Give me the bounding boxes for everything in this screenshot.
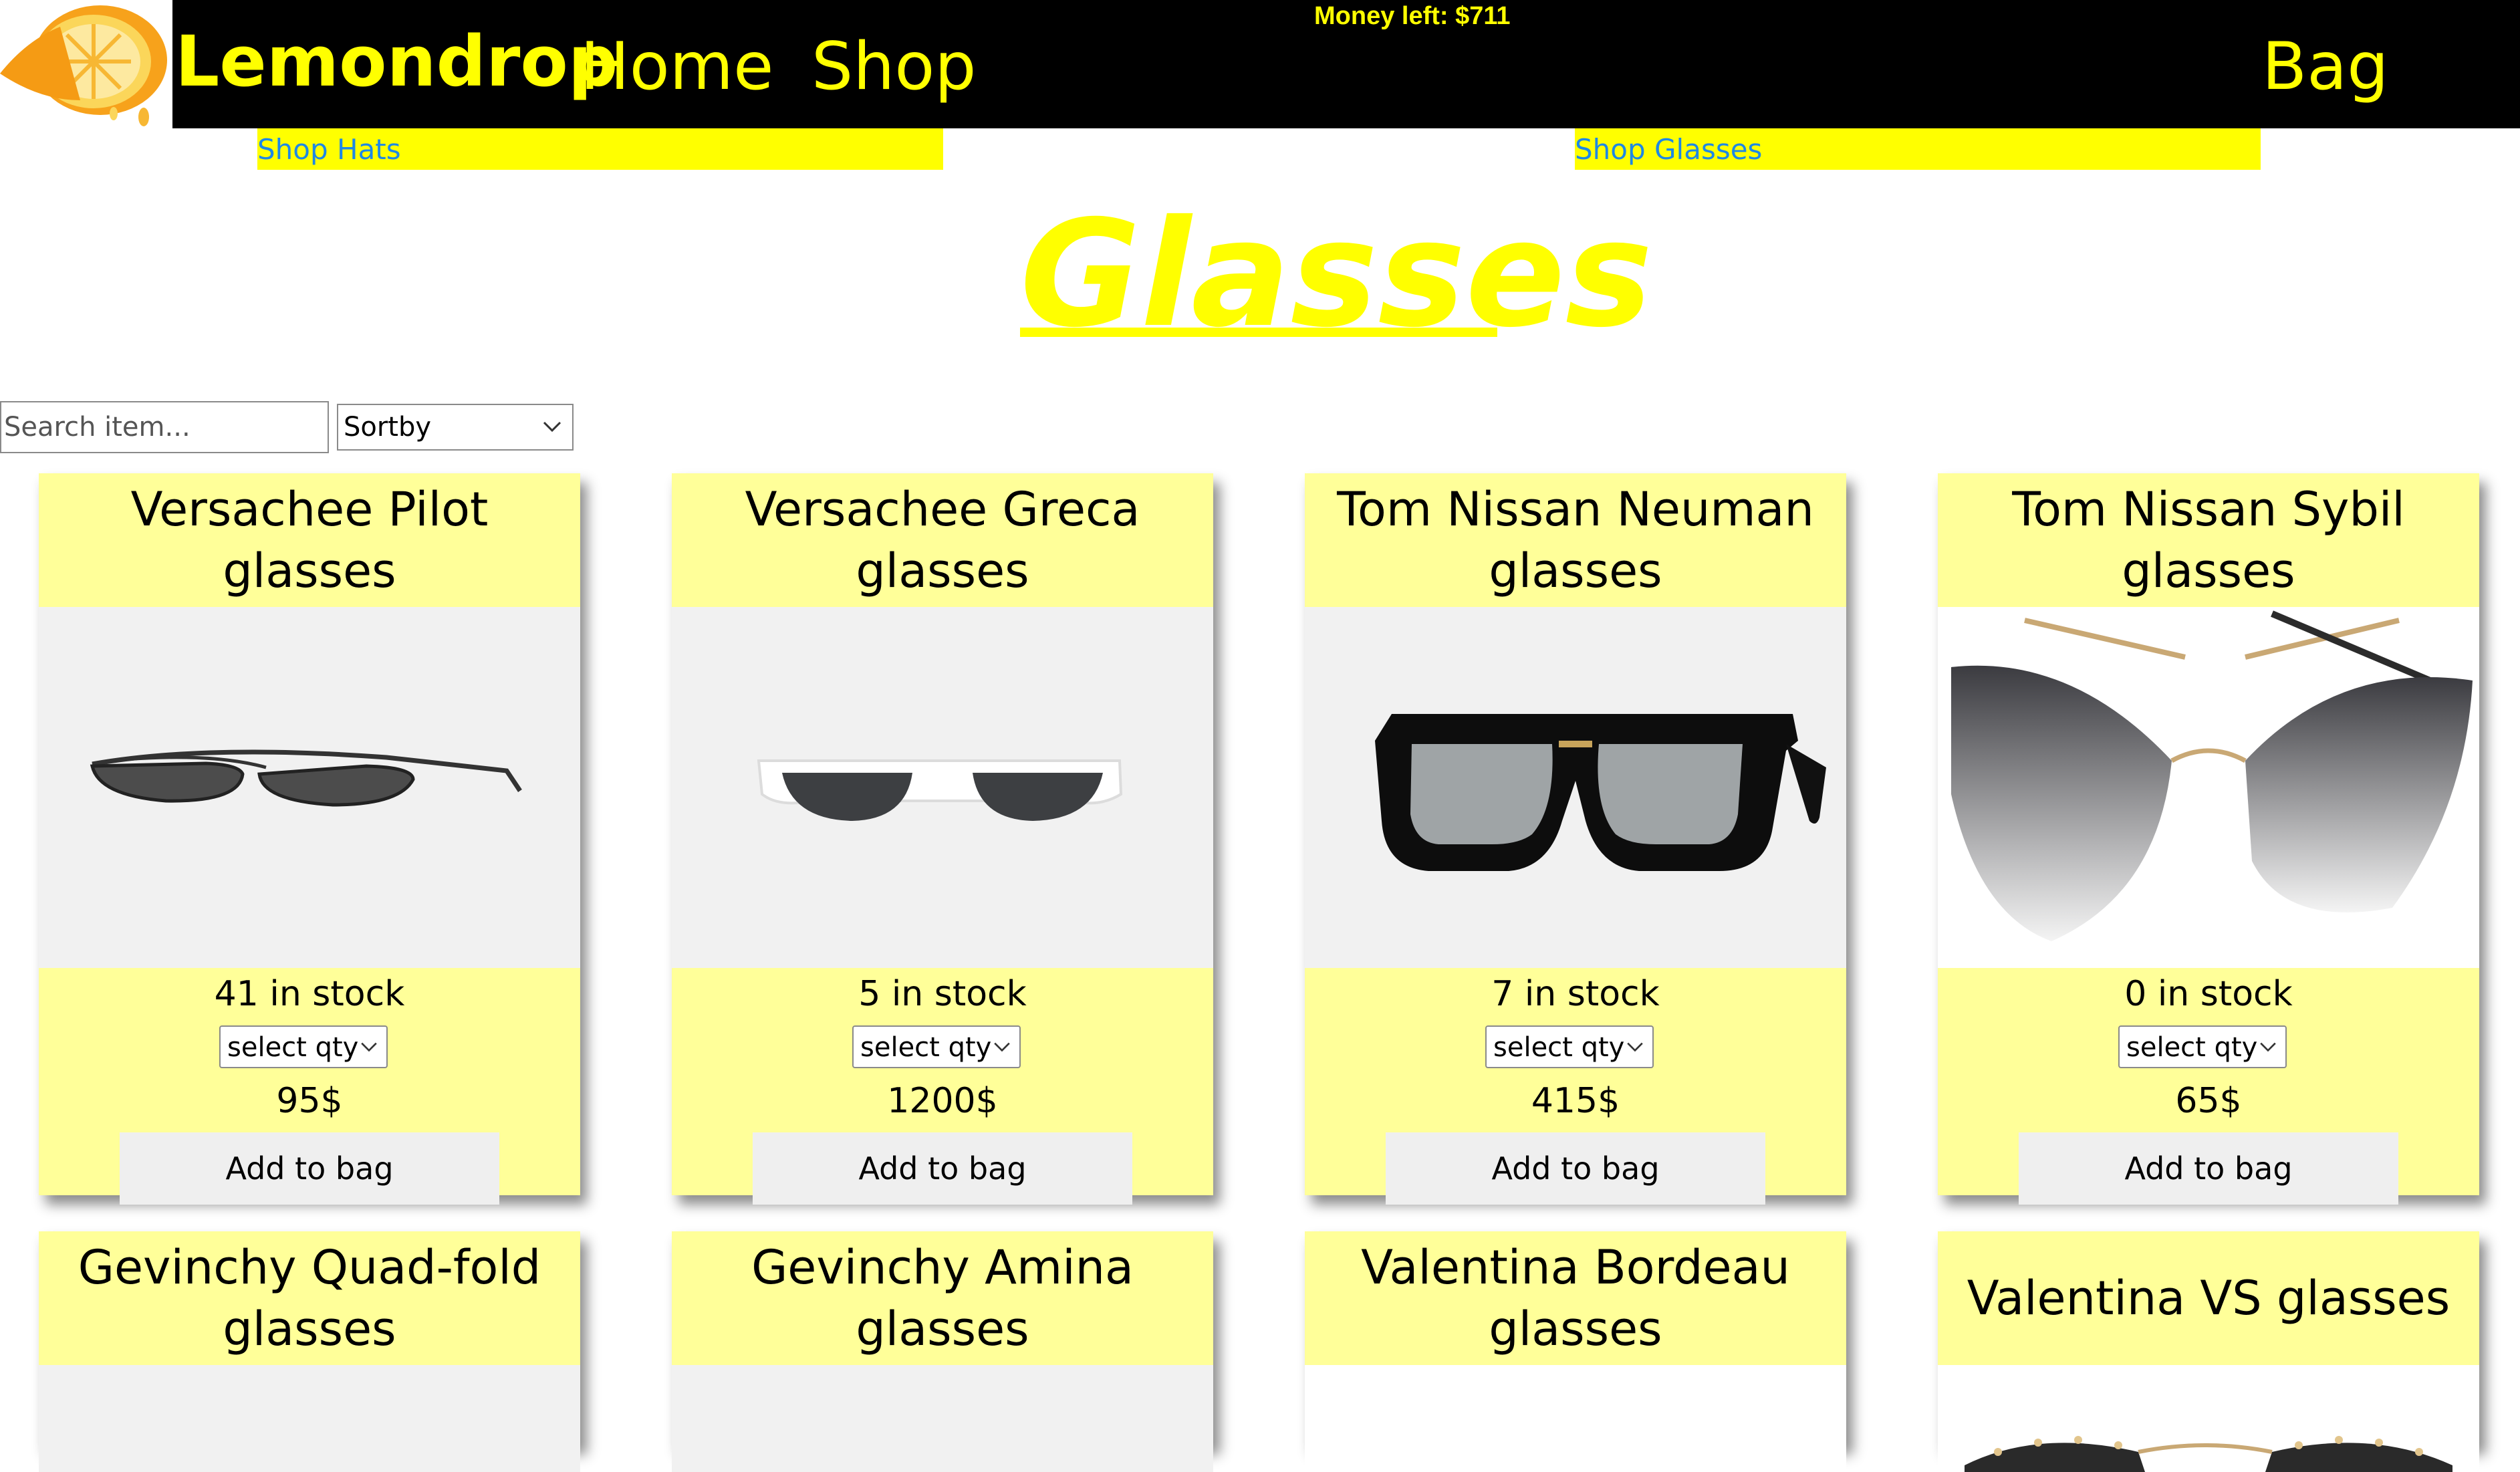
- chevron-down-icon: [1627, 1042, 1643, 1052]
- product-name: Valentina VS glasses: [1967, 1271, 2450, 1326]
- product-card: Gevinchy Quad-fold glasses: [39, 1231, 580, 1472]
- brand-link[interactable]: Lemondrop: [175, 15, 618, 108]
- chevron-down-icon: [361, 1042, 377, 1052]
- product-name: Versachee Greca glasses: [745, 482, 1140, 598]
- product-name: Tom Nissan Neuman glasses: [1337, 482, 1814, 598]
- chevron-down-icon: [2260, 1042, 2276, 1052]
- shop-glasses-tab: Shop Glasses: [1575, 128, 2261, 170]
- add-to-bag-button[interactable]: Add to bag: [120, 1132, 499, 1205]
- product-card: Versachee Greca glasses 5 in stock selec…: [672, 473, 1213, 1205]
- money-left-indicator: Money left: $711: [1314, 2, 1511, 30]
- nav-home-link[interactable]: Home: [580, 20, 773, 114]
- product-image: [39, 607, 580, 968]
- quantity-select[interactable]: select qty: [2118, 1025, 2287, 1068]
- lemon-logo-icon[interactable]: [0, 0, 172, 128]
- quantity-select-label: select qty: [227, 1032, 359, 1063]
- chevron-down-icon: [543, 421, 561, 433]
- shop-hats-tab: Shop Hats: [257, 128, 943, 170]
- stock-count: 41 in stock: [214, 974, 405, 1014]
- product-image: [39, 1365, 580, 1472]
- product-image: [1938, 607, 2479, 968]
- product-card: Valentina VS glasses: [1938, 1231, 2479, 1472]
- add-to-bag-button[interactable]: Add to bag: [753, 1132, 1132, 1205]
- aviator-sunglasses-icon: [90, 749, 522, 807]
- quantity-select[interactable]: select qty: [1485, 1025, 1654, 1068]
- shop-glasses-link[interactable]: Shop Glasses: [1575, 131, 1762, 168]
- search-input[interactable]: [0, 401, 329, 453]
- add-to-bag-button[interactable]: Add to bag: [2019, 1132, 2398, 1205]
- product-image: [1305, 1365, 1846, 1472]
- studded-sunglasses-icon: [1965, 1436, 2452, 1472]
- square-black-sunglasses-icon: [1375, 714, 1826, 871]
- quantity-select-label: select qty: [2126, 1032, 2258, 1063]
- product-price: 415$: [1531, 1081, 1620, 1121]
- product-card: Versachee Pilot glasses 41 in stock sele…: [39, 473, 580, 1205]
- quantity-select-label: select qty: [1493, 1032, 1625, 1063]
- cat-eye-gradient-sunglasses-icon: [1951, 610, 2473, 941]
- product-price: 65$: [2175, 1081, 2242, 1121]
- product-image: [1938, 1365, 2479, 1472]
- quantity-select-label: select qty: [860, 1032, 992, 1063]
- product-name: Versachee Pilot glasses: [130, 482, 489, 598]
- product-price: 1200$: [887, 1081, 998, 1121]
- product-name: Gevinchy Quad-fold glasses: [78, 1240, 541, 1356]
- sort-select[interactable]: Sortby: [337, 404, 574, 451]
- product-card: Tom Nissan Neuman glasses 7 in stock sel…: [1305, 473, 1846, 1205]
- quantity-select[interactable]: select qty: [852, 1025, 1021, 1068]
- chevron-down-icon: [994, 1042, 1010, 1052]
- product-card: Tom Nissan Sybil glasses 0 in stock sele…: [1938, 473, 2479, 1205]
- product-name: Valentina Bordeau glasses: [1361, 1240, 1790, 1356]
- nav-bag-link[interactable]: Bag: [2262, 20, 2389, 114]
- white-frame-sunglasses-icon: [757, 759, 1123, 821]
- product-name: Tom Nissan Sybil glasses: [2012, 482, 2405, 598]
- product-image: [672, 607, 1213, 968]
- product-name: Gevinchy Amina glasses: [751, 1240, 1134, 1356]
- title-underline: [1020, 328, 1497, 337]
- add-to-bag-button[interactable]: Add to bag: [1386, 1132, 1765, 1205]
- product-price: 95$: [276, 1081, 343, 1121]
- nav-shop-link[interactable]: Shop: [811, 20, 976, 114]
- stock-count: 7 in stock: [1491, 974, 1660, 1014]
- product-image: [1305, 607, 1846, 968]
- shop-hats-link[interactable]: Shop Hats: [257, 131, 401, 168]
- stock-count: 0 in stock: [2124, 974, 2293, 1014]
- product-image: [672, 1365, 1213, 1472]
- sort-select-label: Sortby: [344, 412, 432, 443]
- product-card: Gevinchy Amina glasses: [672, 1231, 1213, 1472]
- stock-count: 5 in stock: [858, 974, 1027, 1014]
- quantity-select[interactable]: select qty: [219, 1025, 388, 1068]
- product-card: Valentina Bordeau glasses: [1305, 1231, 1846, 1472]
